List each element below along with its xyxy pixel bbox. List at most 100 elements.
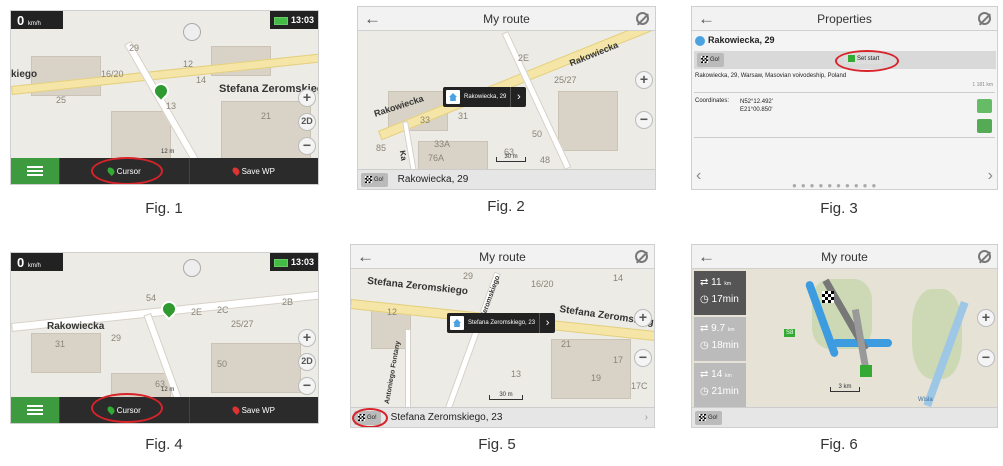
- figure-caption: Fig. 5: [478, 436, 516, 453]
- go-label: Go!: [710, 57, 720, 63]
- battery-icon: [273, 16, 288, 25]
- scale-label: 12 m: [161, 387, 175, 393]
- go-button[interactable]: Go!: [697, 53, 724, 67]
- house-number: 54: [146, 293, 157, 303]
- zoom-out-button[interactable]: −: [977, 349, 995, 367]
- go-label: Go!: [374, 177, 384, 183]
- house-number: 14: [196, 75, 207, 85]
- footer-bar: Go!: [692, 407, 997, 427]
- bottom-toolbar: Cursor Save WP: [11, 158, 318, 184]
- navigate-icon[interactable]: [977, 99, 992, 113]
- back-arrow-icon[interactable]: ←: [698, 245, 715, 269]
- house-number: 16/20: [531, 279, 554, 289]
- compass-icon[interactable]: [183, 259, 201, 277]
- road-badge: S8: [784, 329, 796, 337]
- route-unit: km: [727, 327, 735, 333]
- footer-bar: Go! Rakowiecka, 29: [358, 169, 655, 189]
- house-number: 13: [511, 369, 522, 379]
- route-option-2[interactable]: ⇄ 9.7 km ◷ 18min: [694, 317, 746, 361]
- figure-caption: Fig. 6: [820, 436, 858, 453]
- speed-display: 0 km/h: [11, 11, 63, 29]
- zoom-in-button[interactable]: +: [977, 309, 995, 327]
- location-popup[interactable]: Stefana Zeromskiego, 23 ›: [447, 313, 556, 333]
- view-mode-button[interactable]: 2D: [298, 113, 316, 131]
- house-number: 25: [56, 95, 67, 105]
- no-gps-icon[interactable]: [636, 12, 649, 25]
- zoom-out-button[interactable]: −: [298, 377, 316, 395]
- back-arrow-icon[interactable]: ←: [364, 7, 381, 31]
- save-label: Save WP: [241, 405, 275, 415]
- highlight-ring: [91, 393, 163, 423]
- map-scale: 30 m: [489, 392, 523, 400]
- chevron-right-icon[interactable]: ›: [539, 313, 555, 333]
- menu-button[interactable]: [11, 397, 59, 423]
- header-bar: ← My route: [358, 7, 655, 31]
- street-label: kiego: [11, 69, 38, 80]
- scale-label: 3 km: [838, 384, 852, 390]
- battery-icon: [273, 258, 288, 267]
- clock-icon: ◷: [700, 294, 709, 305]
- street-label: Stefana Zeromskiego: [366, 275, 469, 298]
- coords-value: N52°12.492' E21°00.850': [740, 98, 773, 114]
- figure-caption: Fig. 4: [145, 436, 183, 453]
- zoom-out-button[interactable]: −: [298, 137, 316, 155]
- footer-bar: Go! Stefana Zeromskiego, 23 ›: [351, 407, 654, 427]
- go-button[interactable]: Go!: [361, 173, 388, 187]
- latitude: N52°12.492': [740, 99, 773, 105]
- page-title: My route: [483, 12, 530, 26]
- no-gps-icon[interactable]: [978, 12, 991, 25]
- route-option-1[interactable]: ⇄ 11 km ◷ 17min: [694, 271, 746, 315]
- chevron-right-icon[interactable]: ›: [510, 87, 526, 107]
- zoom-in-button[interactable]: +: [298, 329, 316, 347]
- save-waypoint-button[interactable]: Save WP: [188, 397, 319, 423]
- speed-value: 0: [17, 255, 25, 270]
- speed-unit: km/h: [27, 263, 41, 269]
- zoom-out-button[interactable]: −: [634, 349, 652, 367]
- popup-label: Rakowiecka, 29: [464, 94, 507, 100]
- back-arrow-icon[interactable]: ←: [357, 245, 374, 269]
- compass-icon[interactable]: [183, 23, 201, 41]
- go-button[interactable]: Go!: [695, 411, 722, 425]
- house-number: 2E: [191, 307, 203, 317]
- chevron-right-icon[interactable]: ›: [645, 408, 648, 427]
- route-distance: 14: [711, 369, 723, 380]
- zoom-out-button[interactable]: −: [635, 111, 653, 129]
- clock-icon: ◷: [700, 340, 709, 351]
- house-number: 29: [463, 271, 474, 281]
- zoom-in-button[interactable]: +: [635, 71, 653, 89]
- home-icon: [446, 90, 460, 104]
- chevron-left-icon[interactable]: ‹: [696, 167, 701, 185]
- checkered-flag-icon: [701, 55, 708, 63]
- waypoint-icon: [230, 405, 241, 415]
- bottom-toolbar: Cursor Save WP: [11, 397, 318, 423]
- back-arrow-icon[interactable]: ←: [698, 7, 715, 31]
- time-text: 13:03: [290, 15, 314, 25]
- route-option-3[interactable]: ⇄ 14 km ◷ 21min: [694, 363, 746, 407]
- no-gps-icon[interactable]: [978, 250, 991, 263]
- zoom-in-button[interactable]: +: [634, 309, 652, 327]
- house-number: 16/20: [101, 69, 124, 79]
- house-number: 29: [111, 333, 122, 343]
- map-view[interactable]: Stefana Zeromskiego Stefana Zeromskiego …: [351, 269, 654, 407]
- fig5-screen: Stefana Zeromskiego Stefana Zeromskiego …: [350, 244, 655, 428]
- place-name: Rakowiecka, 29: [695, 35, 775, 46]
- menu-button[interactable]: [11, 158, 59, 184]
- view-mode-button[interactable]: 2D: [298, 353, 316, 371]
- route-unit: km: [725, 373, 732, 379]
- map-view[interactable]: Rakowiecka Rakowiecka Ka 2E 25/27 33 31 …: [358, 31, 655, 169]
- no-gps-icon[interactable]: [635, 250, 648, 263]
- chevron-right-icon[interactable]: ›: [988, 167, 993, 185]
- scale-label: 30 m: [504, 154, 518, 160]
- clock-icon: ◷: [700, 386, 709, 397]
- save-label: Save WP: [241, 166, 275, 176]
- zoom-in-button[interactable]: +: [298, 89, 316, 107]
- fig1-screen: kiego Stefana Zeromskiego 29 16/20 14 25…: [10, 10, 319, 185]
- save-waypoint-button[interactable]: Save WP: [188, 158, 319, 184]
- cursor-pin-icon[interactable]: [157, 297, 181, 321]
- email-icon[interactable]: [977, 119, 992, 133]
- fig2-screen: Rakowiecka Rakowiecka Ka 2E 25/27 33 31 …: [357, 6, 656, 190]
- coords-label: Coordinates:: [695, 98, 730, 104]
- house-number: 21: [561, 339, 572, 349]
- location-popup[interactable]: Rakowiecka, 29 ›: [443, 87, 527, 107]
- street-label: Rakowiecka: [47, 321, 105, 332]
